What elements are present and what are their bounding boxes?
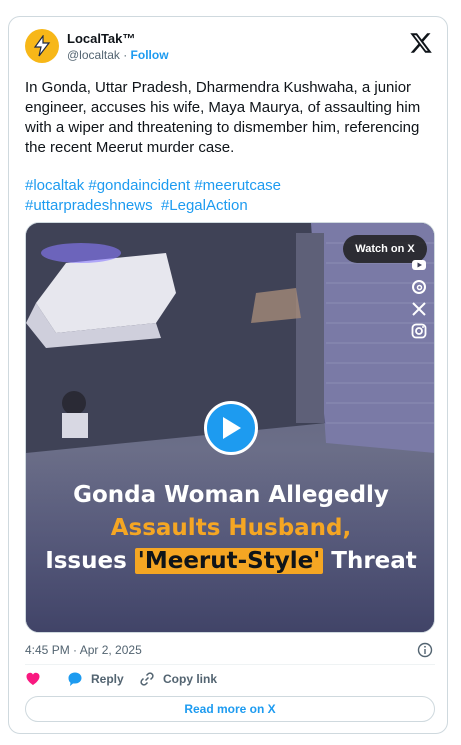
- tweet-header: LocalTak™ @localtak · Follow: [25, 29, 435, 69]
- video-overlay-line-2: Assaults Husband,: [110, 515, 352, 541]
- video-media[interactable]: Watch on X Gonda Woman Allegedly Assault…: [25, 222, 435, 633]
- overlay-text-after: Threat: [323, 548, 417, 574]
- copy-link-label: Copy link: [163, 672, 218, 686]
- person-shape: [62, 391, 86, 415]
- reply-button[interactable]: Reply: [67, 669, 124, 689]
- avatar[interactable]: [25, 29, 59, 63]
- hashtag-link[interactable]: #gondaincident: [88, 177, 190, 194]
- timestamp[interactable]: 4:45 PM · Apr 2, 2025: [25, 643, 142, 657]
- info-icon[interactable]: [417, 642, 433, 658]
- read-more-button[interactable]: Read more on X: [25, 696, 435, 722]
- speech-bubble-icon: [68, 672, 82, 686]
- link-icon: [140, 672, 154, 686]
- youtube-icon[interactable]: [411, 257, 427, 273]
- overlay-highlight: 'Meerut-Style': [134, 548, 324, 574]
- lightning-logo-icon: [33, 35, 51, 57]
- handle-line: @localtak · Follow: [67, 47, 169, 64]
- handle[interactable]: @localtak: [67, 48, 120, 62]
- hashtag-line-2: #uttarpradeshnews #LegalAction: [25, 196, 435, 216]
- hashtag-link[interactable]: #uttarpradeshnews: [25, 197, 153, 214]
- play-button[interactable]: [204, 401, 258, 455]
- video-overlay-line-1: Gonda Woman Allegedly: [73, 482, 389, 508]
- x-icon[interactable]: [411, 301, 427, 317]
- overlay-text-before: Issues: [45, 548, 135, 574]
- video-overlay-line-3: Issues 'Meerut-Style' Threat: [26, 545, 434, 577]
- display-name[interactable]: LocalTak™: [67, 31, 169, 47]
- hashtag-link[interactable]: #meerutcase: [194, 177, 281, 194]
- divider: [25, 664, 435, 665]
- action-bar: Reply Copy link: [25, 669, 435, 689]
- follow-button[interactable]: Follow: [131, 48, 169, 62]
- timestamp-row: 4:45 PM · Apr 2, 2025: [25, 640, 435, 660]
- play-icon: [223, 417, 241, 439]
- hashtag-link[interactable]: #LegalAction: [161, 197, 248, 214]
- heart-icon: [26, 672, 40, 685]
- name-block: LocalTak™ @localtak · Follow: [67, 31, 169, 64]
- separator: ·: [119, 48, 131, 62]
- tweet-text: In Gonda, Uttar Pradesh, Dharmendra Kush…: [25, 79, 421, 156]
- threads-icon[interactable]: [411, 279, 427, 295]
- like-button[interactable]: [25, 669, 49, 689]
- hashtag-line-1: #localtak #gondaincident #meerutcase: [25, 176, 435, 196]
- copy-link-button[interactable]: Copy link: [139, 669, 217, 689]
- tweet-card: LocalTak™ @localtak · Follow In Gonda, U…: [8, 16, 448, 734]
- reply-label: Reply: [91, 672, 124, 686]
- hashtag-link[interactable]: #localtak: [25, 177, 84, 194]
- x-logo-icon[interactable]: [409, 31, 433, 55]
- instagram-icon[interactable]: [411, 323, 427, 339]
- hashtags: #localtak #gondaincident #meerutcase #ut…: [25, 176, 435, 216]
